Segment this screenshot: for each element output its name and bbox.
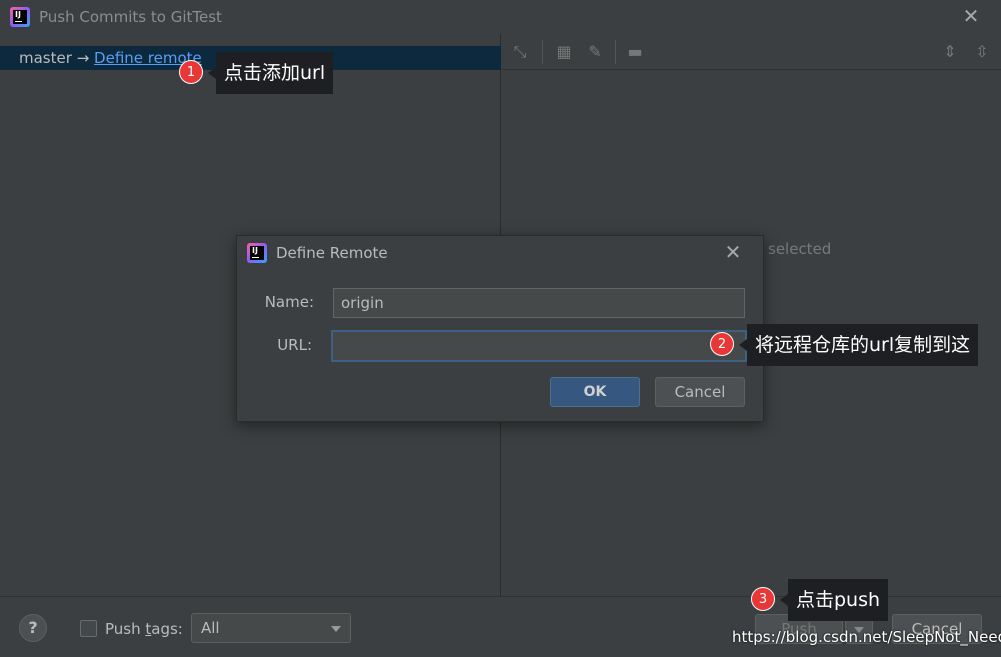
window-title: Push Commits to GitTest	[39, 8, 222, 26]
name-field[interactable]: origin	[333, 288, 745, 318]
url-label: URL:	[277, 336, 312, 354]
compare-icon[interactable]: ⤡	[510, 42, 530, 62]
tags-select-value: All	[201, 619, 220, 637]
close-icon[interactable]: ✕	[961, 5, 981, 27]
name-field-value: origin	[341, 294, 384, 312]
logo-text: IJ	[15, 10, 21, 19]
name-label: Name:	[264, 293, 314, 311]
arrow-icon: →	[76, 49, 90, 67]
empty-selection-text: selected	[768, 240, 832, 258]
preview-icon[interactable]: ▬	[625, 42, 645, 62]
annotation-note-2: 将远程仓库的url复制到这	[738, 324, 979, 366]
url-field[interactable]	[331, 330, 747, 362]
annotation-note-1: 点击添加url	[207, 52, 334, 94]
toolbar-separator	[542, 40, 543, 64]
title-bar: IJ Push Commits to GitTest ✕	[0, 0, 1001, 34]
help-button[interactable]: ?	[19, 614, 47, 642]
group-by-icon[interactable]: ▦	[554, 42, 574, 62]
define-remote-dialog: IJ Define Remote ✕ Name: origin URL: OK …	[236, 235, 764, 422]
edit-icon[interactable]: ✎	[585, 42, 605, 62]
branch-name: master	[19, 49, 72, 67]
logo-text: IJ	[252, 246, 258, 255]
intellij-logo-icon: IJ	[10, 7, 30, 27]
expand-all-icon[interactable]: ⇕	[940, 42, 960, 62]
collapse-all-icon[interactable]: ⇳	[972, 42, 992, 62]
step-badge-1: 1	[179, 60, 203, 84]
step-badge-3: 3	[751, 587, 775, 611]
chevron-down-icon	[331, 626, 341, 632]
tags-select[interactable]: All	[191, 613, 351, 643]
dialog-title: Define Remote	[276, 244, 388, 262]
annotation-note-3: 点击push	[779, 579, 889, 621]
changes-toolbar: ⤡ ▦ ✎ ▬ ⇕ ⇳	[502, 34, 1001, 70]
dialog-cancel-button[interactable]: Cancel	[655, 377, 745, 407]
push-tags-checkbox[interactable]	[80, 620, 97, 637]
toolbar-separator	[615, 40, 616, 64]
push-tags-label: Push tags:	[105, 620, 183, 638]
step-badge-2: 2	[710, 332, 734, 356]
close-icon[interactable]: ✕	[723, 240, 743, 264]
branch-label: master → Define remote	[19, 49, 202, 67]
intellij-logo-icon: IJ	[247, 243, 267, 263]
ok-button[interactable]: OK	[550, 377, 640, 407]
watermark: https://blog.csdn.net/SleepNot_Need	[732, 628, 1001, 646]
